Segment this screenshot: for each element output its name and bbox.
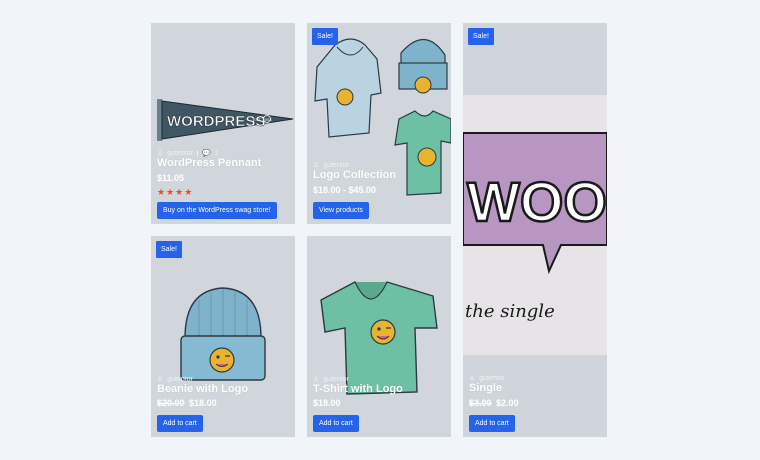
- product-card-wordpress-pennant: WORDPRESS EST. 2003 ♙ gutentor 💬 1 WordP…: [151, 23, 295, 224]
- product-title[interactable]: Beanie with Logo: [157, 383, 248, 395]
- sale-badge: Sale!: [312, 28, 338, 45]
- product-meta: ♙ gutentor: [469, 374, 505, 383]
- comment-count[interactable]: 1: [215, 150, 219, 157]
- product-price: $3.00 $2.00: [469, 398, 519, 408]
- price-old: $20.00: [157, 398, 185, 408]
- woo-album-icon: WOO the single: [463, 95, 607, 355]
- product-title[interactable]: Logo Collection: [313, 169, 396, 181]
- author-link[interactable]: gutentor: [167, 376, 193, 383]
- product-price: $20.00 $18.00: [157, 398, 217, 408]
- add-to-cart-button[interactable]: Add to cart: [313, 415, 359, 432]
- comment-icon: 💬: [201, 150, 211, 157]
- price-new: $2.00: [496, 398, 519, 408]
- product-card-single: Sale! WOO the single ♙ gutentor Single $…: [463, 23, 607, 437]
- product-meta: ♙ gutentor: [157, 375, 193, 384]
- product-price: $18.00: [313, 398, 341, 408]
- product-price: $18.00 - $45.00: [313, 185, 377, 195]
- product-price: $11.05: [157, 173, 185, 183]
- product-card-logo-collection: Sale! ♙ gutentor Logo Collection $18.00 …: [307, 23, 451, 224]
- product-title[interactable]: WordPress Pennant: [157, 157, 261, 169]
- sale-badge: Sale!: [156, 241, 182, 258]
- buy-external-button[interactable]: Buy on the WordPress swag store!: [157, 202, 277, 219]
- author-icon: ♙: [313, 162, 320, 169]
- author-icon: ♙: [157, 150, 164, 157]
- product-meta: ♙ gutentor: [313, 161, 349, 170]
- author-icon: ♙: [313, 376, 320, 383]
- product-card-tshirt: ♙ gutentor T-Shirt with Logo $18.00 Add …: [307, 236, 451, 437]
- product-title[interactable]: T-Shirt with Logo: [313, 383, 403, 395]
- svg-text:WORDPRESS: WORDPRESS: [167, 113, 265, 130]
- view-products-button[interactable]: View products: [313, 202, 369, 219]
- price-new: $18.00: [189, 398, 217, 408]
- svg-text:the single: the single: [465, 301, 555, 322]
- rating-stars: ★★★★: [157, 187, 194, 197]
- add-to-cart-button[interactable]: Add to cart: [157, 415, 203, 432]
- product-meta: ♙ gutentor: [313, 375, 349, 384]
- author-icon: ♙: [469, 375, 476, 382]
- author-icon: ♙: [157, 376, 164, 383]
- author-link[interactable]: gutentor: [479, 375, 505, 382]
- author-link[interactable]: gutentor: [167, 150, 193, 157]
- meta-divider: [196, 150, 198, 156]
- add-to-cart-button[interactable]: Add to cart: [469, 415, 515, 432]
- author-link[interactable]: gutentor: [323, 162, 349, 169]
- price-old: $3.00: [469, 398, 492, 408]
- product-card-beanie: Sale! ♙ gutentor Beanie with Logo $20.00…: [151, 236, 295, 437]
- svg-text:WOO: WOO: [467, 170, 607, 233]
- author-link[interactable]: gutentor: [323, 376, 349, 383]
- product-title[interactable]: Single: [469, 382, 502, 394]
- product-meta: ♙ gutentor 💬 1: [157, 149, 219, 158]
- svg-text:EST. 2003: EST. 2003: [253, 117, 272, 122]
- sale-badge: Sale!: [468, 28, 494, 45]
- pennant-icon: WORDPRESS EST. 2003: [157, 99, 294, 141]
